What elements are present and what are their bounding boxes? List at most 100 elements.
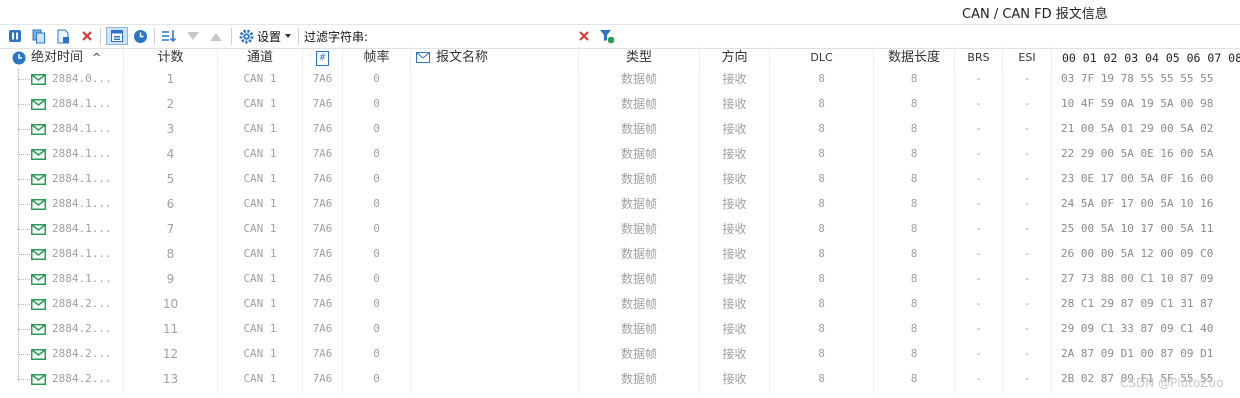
cell-msg-name — [411, 268, 579, 293]
column-header-msg-name[interactable]: 报文名称 — [411, 47, 579, 69]
table-row[interactable]: 2884.1... 8 CAN 1 7A6 0 数据帧 接收 8 8- -26 00 00 5A … — [0, 243, 1240, 268]
cell-dlc: 8 — [770, 293, 874, 318]
column-header-data-length[interactable]: 数据长度 — [874, 47, 955, 69]
sort-button[interactable] — [160, 27, 178, 45]
cell-direction: 接收 — [700, 368, 770, 393]
dropdown-arrow-icon[interactable] — [285, 34, 291, 38]
table-row[interactable]: 2884.2... 13 CAN 1 7A6 0 数据帧 接收 8 8- -2B 02 87 09… — [0, 368, 1240, 393]
time-mode-button[interactable] — [131, 27, 149, 45]
cell-dlc: 8 — [770, 268, 874, 293]
table-row[interactable]: 2884.1... 9 CAN 1 7A6 0 数据帧 接收 8 8- -27 73 88 00 … — [0, 268, 1240, 293]
cell-time: 2884.1... — [0, 93, 124, 118]
cell-type: 数据帧 — [579, 243, 700, 268]
table-header: 绝对时间 ^ 计数 通道 # 帧率 报文名称 类型 方向 DLC 数据长度 BR… — [0, 47, 1240, 69]
clear-filter-button[interactable] — [575, 27, 593, 45]
cell-brs: - — [955, 243, 1003, 268]
cell-esi: - — [1003, 168, 1052, 193]
column-header-esi[interactable]: ESI — [1003, 47, 1052, 69]
filter-input[interactable] — [367, 27, 572, 45]
cell-brs: - — [955, 168, 1003, 193]
column-header-channel[interactable]: 通道 — [218, 47, 303, 69]
cell-type: 数据帧 — [579, 118, 700, 143]
tree-connector — [18, 229, 30, 230]
cell-esi: - — [1003, 368, 1052, 393]
clear-button[interactable] — [78, 27, 96, 45]
column-header-data-bytes[interactable]: 00 01 02 03 04 05 06 07 08 — [1052, 47, 1240, 69]
table-row[interactable]: 2884.2... 11 CAN 1 7A6 0 数据帧 接收 8 8- -29 09 C1 33… — [0, 318, 1240, 343]
table-row[interactable]: 2884.1... 6 CAN 1 7A6 0 数据帧 接收 8 8- -24 5A 0F 17 … — [0, 193, 1240, 218]
table-row[interactable]: 2884.1... 2 CAN 1 7A6 0 数据帧 接收 8 8- -10 4F 59 0A … — [0, 93, 1240, 118]
cell-channel: CAN 1 — [218, 368, 303, 393]
window-title: CAN / CAN FD 报文信息 — [962, 7, 1108, 22]
cell-channel: CAN 1 — [218, 268, 303, 293]
toolbar: 设置 过滤字符串: — [0, 24, 1240, 49]
envelope-icon — [31, 374, 46, 385]
settings-gear[interactable] — [237, 27, 255, 45]
cell-brs: - — [955, 268, 1003, 293]
column-header-dlc[interactable]: DLC — [770, 47, 874, 69]
cell-time: 2884.1... — [0, 143, 124, 168]
move-up-button[interactable] — [207, 27, 225, 45]
cell-data-length: 8 — [874, 268, 955, 293]
cell-data-length: 8 — [874, 68, 955, 93]
table-row[interactable]: 2884.1... 3 CAN 1 7A6 0 数据帧 接收 8 8- -21 00 5A 01 … — [0, 118, 1240, 143]
cell-time: 2884.2... — [0, 368, 124, 393]
cell-time: 2884.1... — [0, 168, 124, 193]
cell-id: 7A6 — [303, 218, 343, 243]
cell-type: 数据帧 — [579, 68, 700, 93]
column-header-count[interactable]: 计数 — [124, 47, 218, 69]
table-row[interactable]: 2884.0... 1 CAN 1 7A6 0 数据帧 接收 8 8- -03 7F 19 78 … — [0, 68, 1240, 93]
gear-icon — [239, 29, 253, 43]
cell-count: 5 — [124, 168, 218, 193]
cell-brs: - — [955, 343, 1003, 368]
cell-data-bytes: 25 00 5A 10 17 00 5A 11 — [1061, 222, 1214, 235]
cell-brs: - — [955, 368, 1003, 393]
filter-label: 过滤字符串: — [304, 30, 369, 44]
cell-msg-name — [411, 218, 579, 243]
cell-id: 7A6 — [303, 143, 343, 168]
table-row[interactable]: 2884.2... 10 CAN 1 7A6 0 数据帧 接收 8 8- -28 C1 29 87… — [0, 293, 1240, 318]
watermark: CSDN @PlutoZuo — [1120, 376, 1224, 390]
column-header-rate[interactable]: 帧率 — [343, 47, 411, 69]
filter-button[interactable] — [598, 27, 616, 45]
cell-channel: CAN 1 — [218, 143, 303, 168]
cell-channel: CAN 1 — [218, 68, 303, 93]
cell-esi: - — [1003, 318, 1052, 343]
table-row[interactable]: 2884.1... 5 CAN 1 7A6 0 数据帧 接收 8 8- -23 0E 17 00 … — [0, 168, 1240, 193]
envelope-icon — [31, 99, 46, 110]
cell-esi: - — [1003, 193, 1052, 218]
column-header-id[interactable]: # — [303, 47, 343, 69]
scroll-lock-button[interactable] — [106, 27, 128, 45]
cell-id: 7A6 — [303, 118, 343, 143]
column-header-brs[interactable]: BRS — [955, 47, 1003, 69]
cell-dlc: 8 — [770, 118, 874, 143]
cell-count: 4 — [124, 143, 218, 168]
move-down-button[interactable] — [184, 27, 202, 45]
table-row[interactable]: 2884.2... 12 CAN 1 7A6 0 数据帧 接收 8 8- -2A 87 09 D1… — [0, 343, 1240, 368]
cell-brs: - — [955, 318, 1003, 343]
clear-icon — [82, 31, 92, 41]
cell-esi: - — [1003, 243, 1052, 268]
cell-count: 8 — [124, 243, 218, 268]
id-hash-icon: # — [316, 51, 329, 66]
pause-button[interactable] — [6, 27, 24, 45]
cell-direction: 接收 — [700, 268, 770, 293]
column-header-time[interactable]: 绝对时间 ^ — [0, 47, 124, 69]
table-row[interactable]: 2884.1... 4 CAN 1 7A6 0 数据帧 接收 8 8- -22 29 00 5A … — [0, 143, 1240, 168]
envelope-icon — [31, 324, 46, 335]
cell-dlc: 8 — [770, 318, 874, 343]
export-button[interactable] — [54, 27, 72, 45]
tree-connector — [18, 329, 30, 330]
cell-msg-name — [411, 293, 579, 318]
copy-button[interactable] — [30, 27, 48, 45]
tree-connector — [18, 104, 30, 105]
cell-rate: 0 — [343, 68, 411, 93]
settings-menu-label[interactable]: 设置 — [257, 28, 281, 45]
cell-rate: 0 — [343, 93, 411, 118]
column-header-direction[interactable]: 方向 — [700, 47, 770, 69]
cell-data-length: 8 — [874, 93, 955, 118]
column-header-type[interactable]: 类型 — [579, 47, 700, 69]
cell-type: 数据帧 — [579, 218, 700, 243]
envelope-icon — [31, 124, 46, 135]
table-row[interactable]: 2884.1... 7 CAN 1 7A6 0 数据帧 接收 8 8- -25 00 5A 10 … — [0, 218, 1240, 243]
